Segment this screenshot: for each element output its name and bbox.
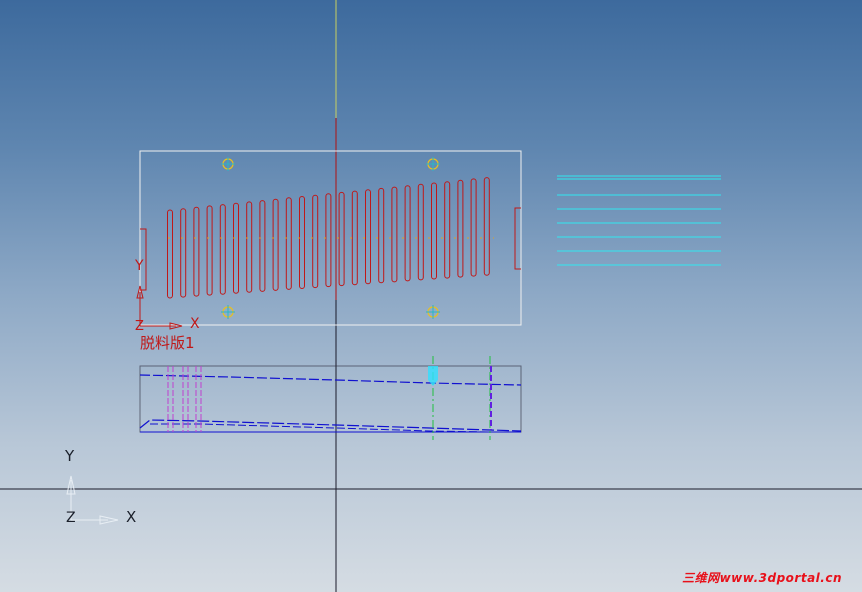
global-triad: Y Z X xyxy=(64,447,136,526)
slot[interactable] xyxy=(272,198,279,291)
slot[interactable] xyxy=(351,190,358,286)
slot[interactable] xyxy=(312,194,319,289)
right-notch xyxy=(514,207,521,270)
slot[interactable] xyxy=(206,205,213,296)
slot[interactable] xyxy=(444,181,451,279)
local-triad-z-label: Z xyxy=(135,319,144,334)
hole-bottom-right[interactable] xyxy=(426,305,440,319)
slot[interactable] xyxy=(378,187,385,284)
cad-viewport[interactable]: Y Z X 脱料版1 Y Z X 三维网www.3dportal.cn xyxy=(0,0,862,592)
side-top-edge xyxy=(139,374,522,386)
slot[interactable] xyxy=(431,182,437,280)
slot[interactable] xyxy=(470,178,477,277)
cad-scene[interactable]: Y Z X 脱料版1 Y Z X xyxy=(0,0,862,592)
slot[interactable] xyxy=(259,200,266,292)
watermark-text: 三维网www.3dportal.cn xyxy=(682,571,842,585)
slot[interactable] xyxy=(391,186,398,283)
hole-top-left[interactable] xyxy=(221,157,235,171)
global-triad-z-label: Z xyxy=(66,510,76,526)
top-view-plate[interactable]: Y Z X 脱料版1 xyxy=(134,150,522,352)
side-bottom-edge xyxy=(139,419,522,432)
slot[interactable] xyxy=(167,209,173,299)
slot[interactable] xyxy=(246,201,253,293)
slot[interactable] xyxy=(219,204,226,295)
side-view-plate[interactable] xyxy=(139,356,522,440)
slot[interactable] xyxy=(285,197,292,290)
global-triad-x-label: X xyxy=(126,508,136,526)
right-view-lines[interactable] xyxy=(557,175,721,266)
slot[interactable] xyxy=(233,202,239,294)
local-triad-x-label: X xyxy=(190,316,200,332)
global-triad-y-label: Y xyxy=(64,447,75,465)
slot[interactable] xyxy=(338,191,345,287)
part-name-label[interactable]: 脱料版1 xyxy=(140,334,195,352)
slot[interactable] xyxy=(404,185,411,282)
slot[interactable] xyxy=(457,179,464,278)
slot[interactable] xyxy=(417,183,424,281)
hole-top-right[interactable] xyxy=(426,157,440,171)
slot[interactable] xyxy=(365,189,371,285)
slot[interactable] xyxy=(180,208,187,298)
slot[interactable] xyxy=(193,206,200,297)
local-triad-y-label: Y xyxy=(134,258,144,274)
hole-bottom-left[interactable] xyxy=(221,305,235,319)
slot[interactable] xyxy=(483,177,490,276)
slot[interactable] xyxy=(325,193,332,288)
slot[interactable] xyxy=(299,196,305,289)
